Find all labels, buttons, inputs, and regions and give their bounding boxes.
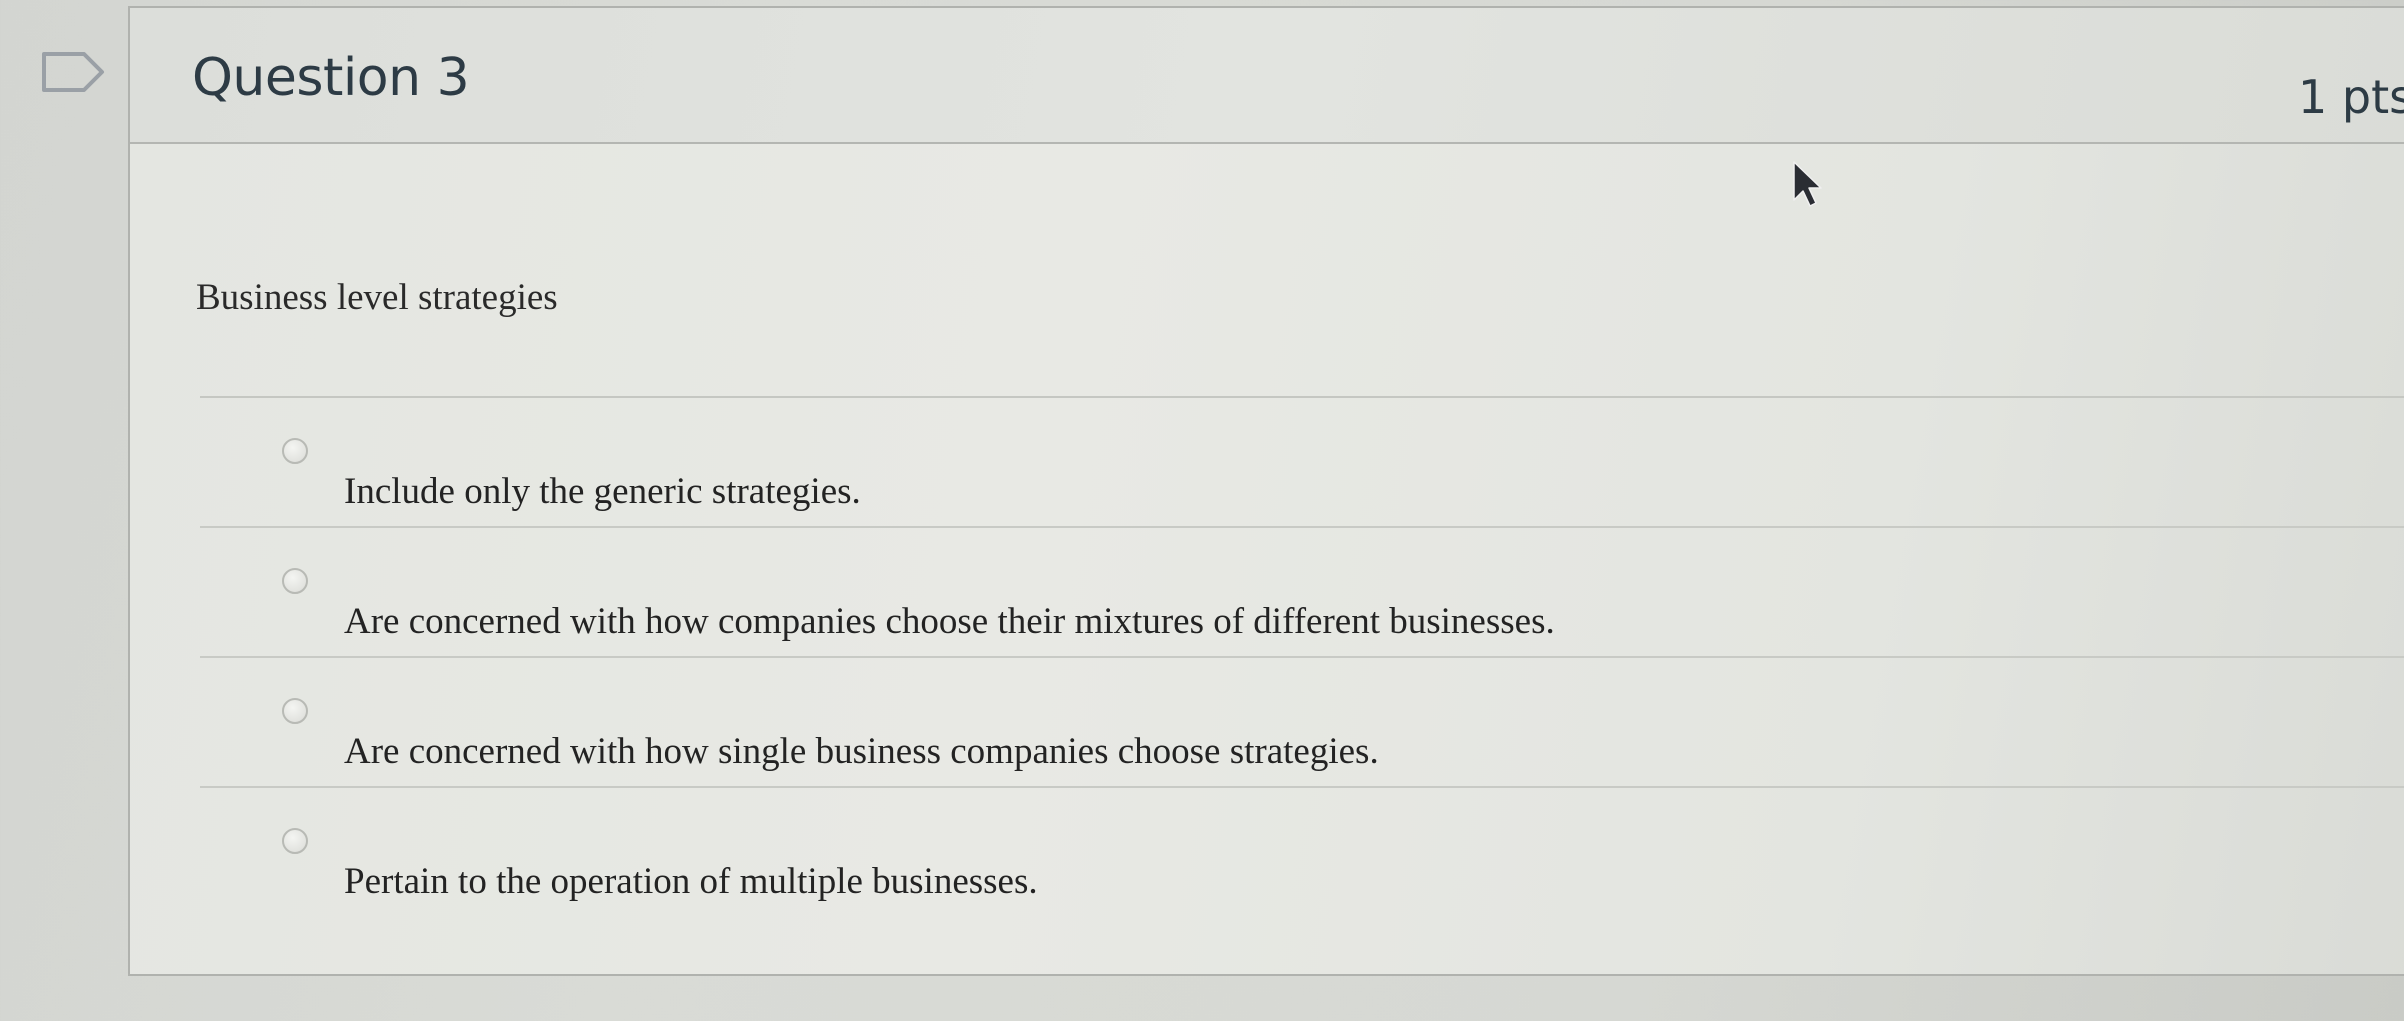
answer-option-1[interactable]: Include only the generic strategies.	[200, 398, 2404, 528]
answer-label-3: Are concerned with how single business c…	[344, 731, 1379, 772]
mouse-pointer-icon	[1793, 161, 1822, 207]
answer-radio-2[interactable]	[282, 568, 308, 594]
question-text: Business level strategies	[196, 277, 558, 318]
flag-question-icon[interactable]	[40, 50, 106, 94]
answer-label-2: Are concerned with how companies choose …	[344, 601, 1555, 642]
answer-label-4: Pertain to the operation of multiple bus…	[344, 861, 1038, 902]
answer-option-2[interactable]: Are concerned with how companies choose …	[200, 528, 2404, 658]
question-title: Question 3	[192, 48, 470, 108]
question-points: 1 pts	[2298, 70, 2404, 124]
answer-radio-4[interactable]	[282, 828, 308, 854]
question-card: Question 3 1 pts Business level strategi…	[128, 6, 2404, 976]
answer-radio-3[interactable]	[282, 698, 308, 724]
answer-label-1: Include only the generic strategies.	[344, 471, 861, 512]
answer-option-3[interactable]: Are concerned with how single business c…	[200, 658, 2404, 788]
answer-option-4[interactable]: Pertain to the operation of multiple bus…	[200, 788, 2404, 918]
question-header: Question 3 1 pts	[130, 8, 2404, 144]
answer-radio-1[interactable]	[282, 438, 308, 464]
